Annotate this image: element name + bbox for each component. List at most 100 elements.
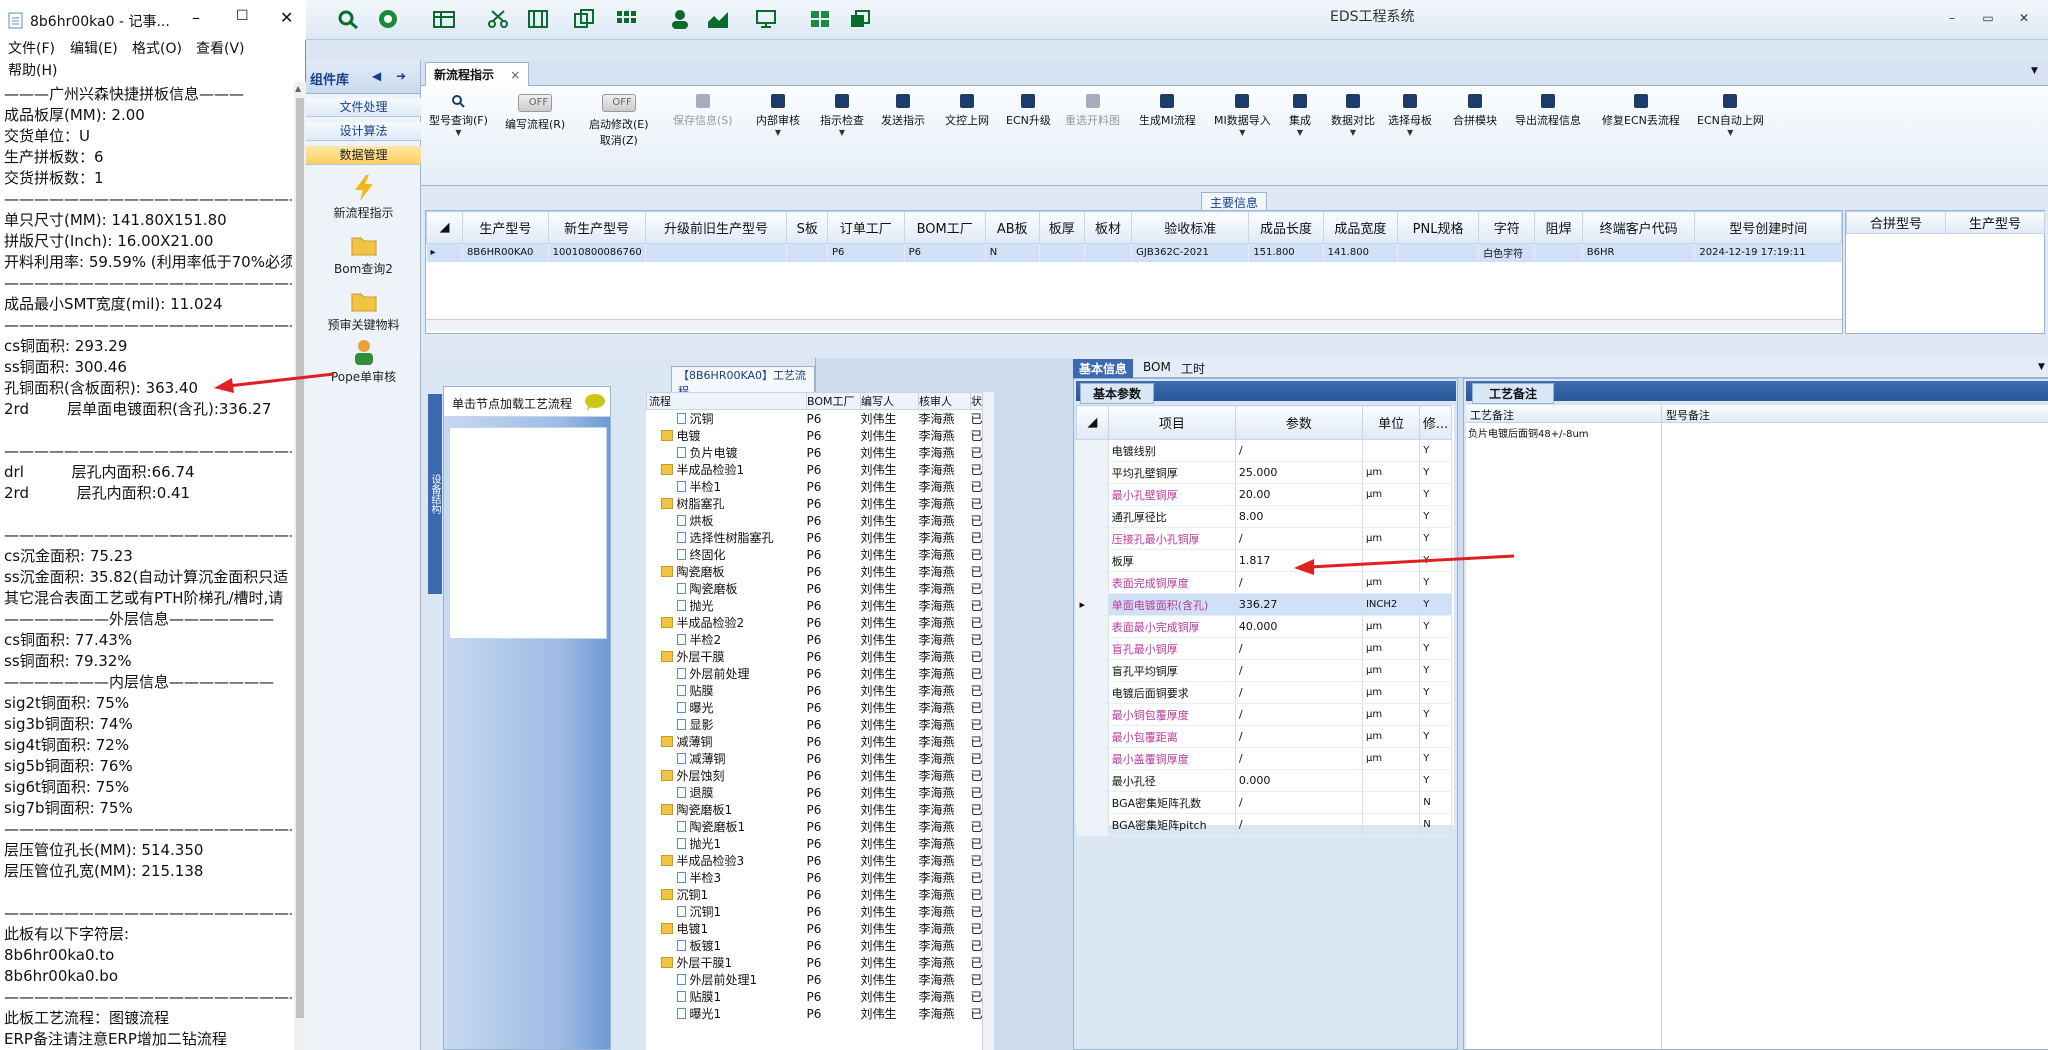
param-row[interactable]: 表面最小完成铜厚 40.000 μm Y (1076, 615, 1452, 638)
vertical-scrollbar[interactable] (982, 392, 994, 1050)
process-tree-row[interactable]: 半检2 P6 刘伟生 李海燕 已上网 (647, 631, 982, 648)
grid-icon[interactable] (614, 8, 638, 30)
param-row[interactable]: BGA密集矩阵pitch / N (1076, 813, 1452, 836)
param-value-cell[interactable]: / (1235, 637, 1363, 660)
off-switch[interactable]: OFF (518, 94, 553, 112)
main-grid-header[interactable]: PNL规格 (1396, 211, 1480, 244)
param-value-cell[interactable]: / (1235, 813, 1363, 836)
process-tree-row[interactable]: 外层前处理1 P6 刘伟生 李海燕 已上网 (647, 971, 982, 988)
process-tree-row[interactable]: 外层蚀刻 P6 刘伟生 李海燕 已上网 (647, 767, 982, 784)
main-grid-cell[interactable]: P6 (827, 243, 905, 262)
restore-button[interactable]: ▭ (1978, 10, 1998, 26)
param-row[interactable]: 压接孔最小孔铜厚 / μm Y (1076, 527, 1452, 550)
user-icon[interactable] (668, 8, 692, 30)
tab-bom[interactable]: BOM (1137, 359, 1177, 378)
main-grid-header[interactable]: 升级前旧生产型号 (644, 211, 788, 244)
area-chart-icon[interactable] (706, 8, 730, 30)
process-tree-row[interactable]: 外层干膜 P6 刘伟生 李海燕 已上网 (647, 648, 982, 665)
param-row[interactable]: 平均孔壁铜厚 25.000 μm Y (1076, 461, 1452, 484)
param-row[interactable]: 通孔厚径比 8.00 Y (1076, 505, 1452, 528)
main-grid-cell[interactable]: GJB362C-2021 (1131, 243, 1250, 262)
edit-flow-toggle[interactable]: OFF 编写流程(R) (505, 94, 565, 132)
flow-header[interactable]: 流程 (646, 392, 807, 410)
toolbar-reselect-cut-chart[interactable]: 重选开料图 (1065, 94, 1120, 128)
notepad-text-area[interactable]: ———广州兴森快捷拼板信息——— 成品板厚(MM): 2.00 交货单位：U 生产拼板… (4, 84, 292, 1050)
param-row[interactable]: 盲孔最小铜厚 / μm Y (1076, 637, 1452, 660)
main-grid-header[interactable]: AB板 (984, 211, 1040, 244)
process-tree-row[interactable]: 退膜 P6 刘伟生 李海燕 已上网 (647, 784, 982, 801)
param-value-cell[interactable]: / (1235, 527, 1363, 550)
status-header[interactable]: 状态 (970, 392, 982, 410)
process-tree-row[interactable]: 半检3 P6 刘伟生 李海燕 已上网 (647, 869, 982, 886)
main-grid-header[interactable]: 成品宽度 (1322, 211, 1399, 244)
main-grid-cell[interactable]: 10010800086760 (548, 243, 646, 262)
tab-basic-params[interactable]: 基本参数 (1080, 383, 1155, 404)
main-grid-header[interactable]: 终端客户代码 (1581, 211, 1696, 244)
nav-item-key-material[interactable]: 预审关键物料 (306, 286, 421, 333)
modify-header[interactable]: 修... (1419, 405, 1452, 440)
param-value-cell[interactable]: 40.000 (1235, 615, 1363, 638)
toolbar-doc-online[interactable]: 文控上网 (945, 94, 989, 128)
maximize-button[interactable]: ☐ (236, 8, 249, 24)
model-query-button[interactable]: 型号查询(F) ▼ (429, 94, 488, 137)
process-tree-row[interactable]: 贴膜1 P6 刘伟生 李海燕 已上网 (647, 988, 982, 1005)
param-value-cell[interactable]: 1.817 (1235, 549, 1363, 572)
process-tree-row[interactable]: 陶瓷磨板1 P6 刘伟生 李海燕 已上网 (647, 801, 982, 818)
main-grid-header[interactable]: 新生产型号 (547, 211, 646, 244)
menu-format[interactable]: 格式(O) (132, 38, 182, 58)
toolbar-ecn-upgrade[interactable]: ECN升级 (1006, 94, 1051, 128)
param-value-cell[interactable]: 25.000 (1235, 461, 1363, 484)
process-tree-row[interactable]: 半成品检验2 P6 刘伟生 李海燕 已上网 (647, 614, 982, 631)
main-grid-header[interactable]: 阻焊 (1534, 211, 1583, 244)
main-grid-cell[interactable]: 151.800 (1248, 243, 1324, 262)
process-tree-row[interactable]: 沉铜1 P6 刘伟生 李海燕 已上网 (647, 903, 982, 920)
horizontal-scrollbar[interactable] (426, 319, 1842, 331)
param-row[interactable]: 最小孔壁铜厚 20.00 μm Y (1076, 483, 1452, 506)
close-button[interactable]: ✕ (280, 8, 293, 27)
close-icon[interactable]: × (510, 68, 520, 82)
main-grid-header[interactable]: 生产型号 (462, 211, 549, 244)
main-grid-cell[interactable] (786, 243, 829, 262)
main-grid-cell[interactable] (1084, 243, 1133, 262)
toolbar-data-compare[interactable]: 数据对比 ▼ (1331, 94, 1375, 137)
process-tree-row[interactable]: 陶瓷磨板 P6 刘伟生 李海燕 已上网 (647, 563, 982, 580)
film-icon[interactable] (526, 8, 550, 30)
save-info-button[interactable]: 保存信息(S) (673, 94, 733, 128)
process-tree-row[interactable]: 陶瓷磨板1 P6 刘伟生 李海燕 已上网 (647, 818, 982, 835)
process-tree-row[interactable]: 外层前处理 P6 刘伟生 李海燕 已上网 (647, 665, 982, 682)
item-header[interactable]: 项目 (1107, 405, 1236, 440)
tab-work-hours[interactable]: 工时 (1175, 359, 1211, 378)
toolbar-send-instruction[interactable]: 发送指示 (881, 94, 925, 128)
param-value-cell[interactable]: 8.00 (1235, 505, 1363, 528)
main-grid-header[interactable]: BOM工厂 (903, 211, 986, 244)
param-value-cell[interactable]: / (1235, 439, 1363, 462)
main-grid-cell[interactable] (1534, 243, 1583, 262)
main-grid-cell[interactable]: 白色字符 (1478, 243, 1536, 262)
start-edit-toggle[interactable]: OFF 启动修改(E) 取消(Z) (589, 94, 649, 148)
toolbar-fix-ecn[interactable]: 修复ECN丢流程 (1602, 94, 1680, 128)
tab-new-flow[interactable]: 新流程指示 × (425, 62, 530, 86)
checker-header[interactable]: 核审人 (918, 392, 971, 410)
process-tree-row[interactable]: 电镀1 P6 刘伟生 李海燕 已上网 (647, 920, 982, 937)
param-row[interactable]: 最小孔径 0.000 Y (1076, 769, 1452, 792)
close-button[interactable]: ✕ (2014, 10, 2034, 26)
tab-process-remark[interactable]: 工艺备注 (1472, 383, 1555, 404)
param-header[interactable]: 参数 (1234, 405, 1363, 440)
process-tree-row[interactable]: 树脂塞孔 P6 刘伟生 李海燕 已上网 (647, 495, 982, 512)
nav-item-pope-review[interactable]: Pope单审核 (306, 338, 421, 385)
window-stack-icon[interactable] (848, 8, 872, 30)
toolbar-ecn-auto-online[interactable]: ECN自动上网 ▼ (1697, 94, 1764, 137)
param-row[interactable]: 最小盖覆铜厚度 / μm Y (1076, 747, 1452, 770)
scroll-up-icon[interactable]: ▲ (295, 84, 301, 93)
chevron-down-icon[interactable]: ▼ (2038, 362, 2045, 372)
main-grid-header[interactable]: 字符 (1478, 211, 1536, 244)
process-tree-row[interactable]: 负片电镀 P6 刘伟生 李海燕 已上网 (647, 444, 982, 461)
param-row[interactable]: 最小包覆距离 / μm Y (1076, 725, 1452, 748)
param-value-cell[interactable]: / (1235, 747, 1363, 770)
speech-bubble-icon[interactable] (584, 393, 606, 411)
process-tree-row[interactable]: 电镀 P6 刘伟生 李海燕 已上网 (647, 427, 982, 444)
process-tree-row[interactable]: 曝光 P6 刘伟生 李海燕 已上网 (647, 699, 982, 716)
process-tree-row[interactable]: 半检1 P6 刘伟生 李海燕 已上网 (647, 478, 982, 495)
menu-help[interactable]: 帮助(H) (8, 60, 57, 80)
nav-item-new-flow[interactable]: 新流程指示 (306, 174, 421, 221)
